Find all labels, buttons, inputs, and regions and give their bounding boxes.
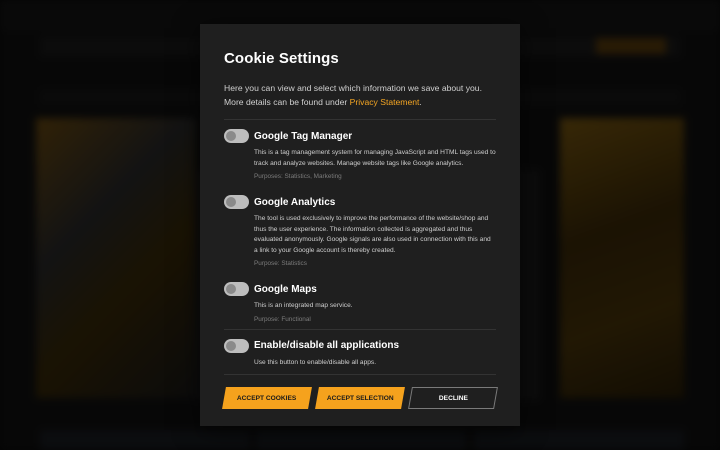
google-maps-toggle[interactable] (224, 282, 249, 296)
accept-selection-button[interactable]: Accept selection (315, 387, 405, 409)
item-description: Use this button to enable/disable all ap… (254, 358, 377, 366)
item-name: Google Maps (254, 283, 317, 295)
item-description: The tool is used exclusively to improve … (254, 215, 491, 254)
intro-text: Here you can view and select which infor… (224, 81, 496, 109)
dialog-actions: Accept cookies Accept selection Decline (222, 387, 498, 409)
button-label: Accept cookies (237, 394, 297, 402)
accept-cookies-button[interactable]: Accept cookies (222, 387, 312, 409)
dialog-title: Cookie Settings (224, 50, 339, 67)
consent-item-google-tag-manager: Google Tag Manager This is a tag managem… (224, 120, 496, 186)
button-label: Accept selection (326, 394, 394, 402)
item-description: This is a tag management system for mana… (254, 149, 496, 167)
enable-all-toggle[interactable] (224, 338, 249, 353)
privacy-statement-link[interactable]: Privacy Statement (350, 97, 420, 107)
item-description: This is an integrated map service. (254, 302, 353, 309)
decline-button[interactable]: Decline (408, 387, 498, 409)
toggle-knob (226, 197, 236, 207)
consent-item-all-applications: Enable/disable all applications Use this… (224, 330, 496, 375)
toggle-knob (226, 340, 236, 351)
cookie-settings-dialog: Cookie Settings Here you can view and se… (200, 24, 520, 426)
consent-item-google-maps: Google Maps This is an integrated map se… (224, 273, 496, 329)
google-analytics-toggle[interactable] (224, 195, 249, 209)
intro-end: . (419, 97, 422, 107)
google-tag-manager-toggle[interactable] (224, 129, 249, 143)
item-purpose: Purpose: Functional (254, 315, 311, 323)
divider (224, 374, 496, 375)
item-purpose: Purpose: Statistics (254, 260, 307, 267)
item-name: Google Analytics (254, 196, 336, 208)
toggle-knob (226, 284, 236, 294)
toggle-knob (226, 131, 236, 141)
item-name: Enable/disable all applications (254, 340, 400, 351)
button-label: Decline (438, 394, 468, 402)
item-name: Google Tag Manager (254, 130, 353, 142)
item-purpose: Purposes: Statistics, Marketing (254, 173, 342, 180)
consent-item-google-analytics: Google Analytics The tool is used exclus… (224, 186, 496, 273)
